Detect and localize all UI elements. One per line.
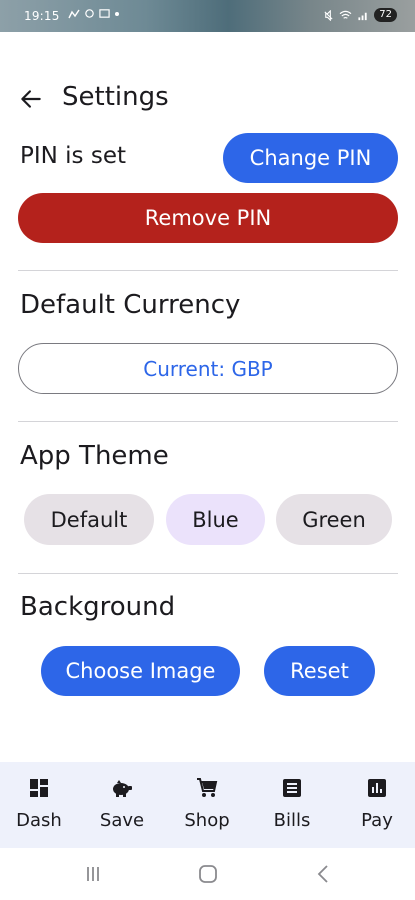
reset-background-button[interactable]: Reset [264, 646, 375, 696]
nav-label-shop: Shop [184, 810, 230, 831]
choose-image-button[interactable]: Choose Image [41, 646, 240, 696]
chart-icon [368, 779, 386, 797]
theme-option-green[interactable]: Green [276, 494, 392, 545]
remove-pin-button[interactable]: Remove PIN [18, 193, 398, 243]
divider [18, 573, 398, 574]
home-icon[interactable] [196, 862, 220, 886]
status-left-icons [68, 8, 120, 19]
default-currency-title: Default Currency [20, 290, 241, 320]
nav-label-bills: Bills [273, 810, 311, 831]
nav-item-shop[interactable]: Shop [168, 762, 246, 848]
dot-icon [115, 11, 119, 16]
system-navigation-bar [0, 848, 415, 900]
receipt-icon [283, 779, 301, 797]
nav-item-dash[interactable]: Dash [0, 762, 78, 848]
nav-item-bills[interactable]: Bills [253, 762, 331, 848]
divider [18, 421, 398, 422]
nav-item-pay[interactable]: Pay [338, 762, 415, 848]
status-right-icons: 72 [323, 8, 397, 22]
wifi-icon [339, 10, 352, 19]
recent-apps-icon[interactable] [81, 862, 105, 886]
dashboard-icon [30, 779, 48, 797]
status-bar: 19:15 72 [0, 0, 415, 32]
mute-icon [324, 9, 333, 21]
nav-label-dash: Dash [16, 810, 62, 831]
signal-icon [68, 9, 80, 18]
signal-bars-icon [358, 12, 367, 20]
back-arrow-icon[interactable] [18, 86, 44, 112]
nav-item-save[interactable]: Save [83, 762, 161, 848]
nav-label-pay: Pay [361, 810, 393, 831]
background-title: Background [20, 592, 176, 622]
sync-icon [85, 9, 94, 18]
cast-icon [99, 9, 110, 18]
pin-status-label: PIN is set [20, 143, 127, 169]
battery-level: 72 [374, 8, 397, 22]
cart-icon [197, 778, 218, 797]
theme-option-blue[interactable]: Blue [166, 494, 265, 545]
divider [18, 270, 398, 271]
theme-option-default[interactable]: Default [24, 494, 154, 545]
currency-select-button[interactable]: Current: GBP [18, 343, 398, 394]
settings-header: Settings [0, 78, 415, 122]
status-time: 19:15 [24, 9, 60, 23]
piggy-bank-icon [113, 780, 132, 797]
system-back-icon[interactable] [312, 862, 336, 886]
bottom-navigation: Dash Save Shop Bills Pay [0, 762, 415, 848]
change-pin-button[interactable]: Change PIN [223, 133, 398, 183]
page-title: Settings [62, 82, 169, 112]
nav-label-save: Save [99, 810, 145, 831]
app-theme-title: App Theme [20, 441, 169, 471]
